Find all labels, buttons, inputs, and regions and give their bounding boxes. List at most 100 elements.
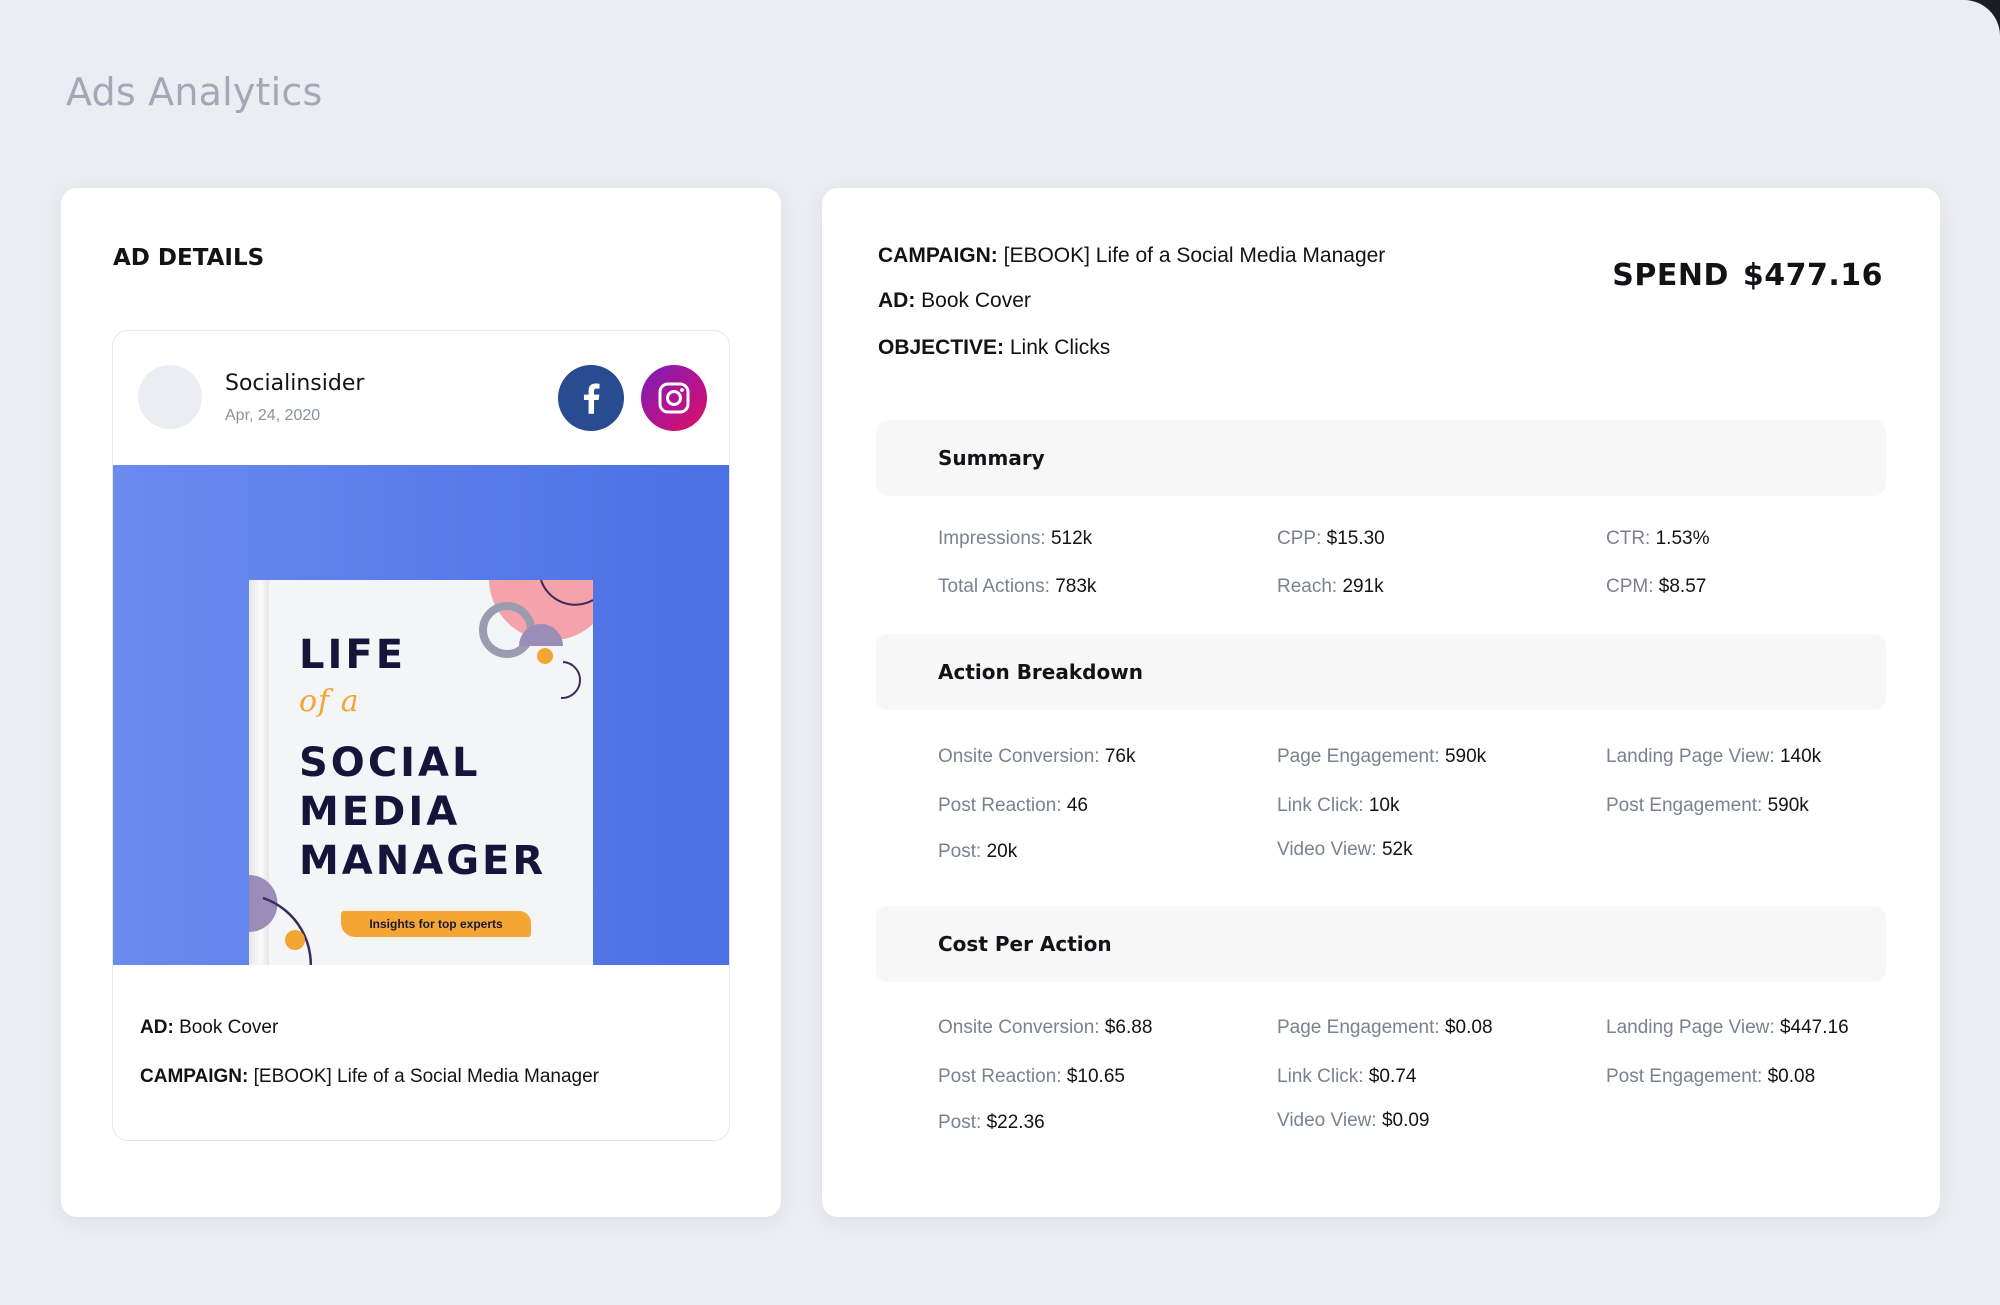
metric-cost-video-view: Video View: $0.09: [1277, 1110, 1429, 1132]
objective-row: OBJECTIVE: Link Clicks: [878, 336, 1110, 360]
metric-label: Post:: [938, 1112, 982, 1133]
metric-post-reaction: Post Reaction: 46: [938, 795, 1088, 817]
metric-impressions: Impressions: 512k: [938, 528, 1092, 550]
metric-post-engagement: Post Engagement: 590k: [1606, 795, 1809, 817]
campaign-value: [EBOOK] Life of a Social Media Manager: [1003, 244, 1386, 267]
book-title-line: MANAGER: [299, 838, 547, 884]
metric-cost-post: Post: $22.36: [938, 1112, 1045, 1134]
metric-value: 46: [1066, 795, 1088, 816]
book-title-line: SOCIAL: [299, 740, 481, 786]
metric-cost-onsite-conversion: Onsite Conversion: $6.88: [938, 1017, 1152, 1039]
metric-label: Video View:: [1277, 839, 1377, 860]
book-title-line: of a: [299, 684, 360, 719]
book-banner: Insights for top experts: [341, 911, 531, 937]
metric-value: $15.30: [1326, 528, 1385, 549]
metric-label: CPM:: [1606, 576, 1654, 597]
metric-cost-post-engagement: Post Engagement: $0.08: [1606, 1066, 1815, 1088]
ad-metrics-card: CAMPAIGN: [EBOOK] Life of a Social Media…: [822, 188, 1940, 1217]
ad-preview[interactable]: Socialinsider Apr, 24, 2020 LIFE of a SO…: [112, 330, 730, 1141]
metric-value: 1.53%: [1655, 528, 1710, 549]
metric-value: $447.16: [1779, 1017, 1849, 1038]
book-title-line: MEDIA: [299, 789, 461, 835]
metric-total-actions: Total Actions: 783k: [938, 576, 1096, 598]
metric-ctr: CTR: 1.53%: [1606, 528, 1709, 550]
ad-value: Book Cover: [179, 1017, 279, 1038]
metric-value: 140k: [1779, 746, 1822, 767]
action-breakdown-section-header: Action Breakdown: [876, 634, 1886, 710]
metric-label: Onsite Conversion:: [938, 1017, 1100, 1038]
metric-label: Total Actions:: [938, 576, 1050, 597]
metric-landing-page-view: Landing Page View: 140k: [1606, 746, 1821, 768]
metric-value: $0.08: [1444, 1017, 1493, 1038]
objective-label: OBJECTIVE:: [878, 336, 1005, 359]
metric-value: $0.08: [1767, 1066, 1816, 1087]
metric-value: $0.74: [1368, 1066, 1417, 1087]
metric-label: Onsite Conversion:: [938, 746, 1100, 767]
ad-creative-image[interactable]: LIFE of a SOCIAL MEDIA MANAGER Insights …: [113, 465, 729, 965]
metric-label: Page Engagement:: [1277, 1017, 1440, 1038]
campaign-label: CAMPAIGN:: [140, 1066, 249, 1087]
objective-value: Link Clicks: [1009, 336, 1111, 359]
app-frame: Ads Analytics AD DETAILS Socialinsider A…: [0, 0, 2000, 1305]
account-name: Socialinsider: [225, 371, 365, 396]
metric-link-click: Link Click: 10k: [1277, 795, 1400, 817]
metric-label: Reach:: [1277, 576, 1338, 597]
metric-label: Post Reaction:: [938, 1066, 1062, 1087]
post-date: Apr, 24, 2020: [225, 407, 321, 424]
metric-value: 10k: [1368, 795, 1400, 816]
metric-page-engagement: Page Engagement: 590k: [1277, 746, 1486, 768]
metric-value: $10.65: [1066, 1066, 1125, 1087]
metric-cpm: CPM: $8.57: [1606, 576, 1706, 598]
metric-label: Post Engagement:: [1606, 1066, 1763, 1087]
metric-value: $6.88: [1104, 1017, 1153, 1038]
metric-post: Post: 20k: [938, 841, 1017, 863]
metric-value: 590k: [1444, 746, 1487, 767]
ad-details-title: AD DETAILS: [113, 245, 265, 271]
instagram-icon[interactable]: [641, 365, 707, 431]
campaign-value: [EBOOK] Life of a Social Media Manager: [253, 1066, 599, 1087]
metric-label: Post:: [938, 841, 982, 862]
ad-preview-header: Socialinsider Apr, 24, 2020: [113, 331, 729, 465]
metric-cost-link-click: Link Click: $0.74: [1277, 1066, 1416, 1088]
cost-per-action-section-header: Cost Per Action: [876, 906, 1886, 982]
metric-label: Page Engagement:: [1277, 746, 1440, 767]
metric-label: Video View:: [1277, 1110, 1377, 1131]
summary-title: Summary: [938, 446, 1045, 470]
ad-label: AD:: [140, 1017, 174, 1038]
metric-label: Landing Page View:: [1606, 746, 1775, 767]
metric-value: $0.09: [1381, 1110, 1430, 1131]
spend-label: SPEND: [1612, 258, 1729, 293]
metric-value: $8.57: [1658, 576, 1707, 597]
summary-section-header: Summary: [876, 420, 1886, 496]
metric-value: 76k: [1104, 746, 1136, 767]
metric-label: Post Reaction:: [938, 795, 1062, 816]
metric-cpp: CPP: $15.30: [1277, 528, 1385, 550]
metric-label: Link Click:: [1277, 795, 1364, 816]
spend-value: $477.16: [1742, 258, 1883, 293]
metric-cost-page-engagement: Page Engagement: $0.08: [1277, 1017, 1493, 1039]
metric-value: 291k: [1342, 576, 1384, 597]
campaign-label: CAMPAIGN:: [878, 244, 998, 267]
metric-cost-post-reaction: Post Reaction: $10.65: [938, 1066, 1125, 1088]
metric-value: 512k: [1050, 528, 1093, 549]
metric-label: Link Click:: [1277, 1066, 1364, 1087]
spend-total: SPEND $477.16: [1612, 258, 1883, 293]
book-title-line: LIFE: [299, 632, 407, 678]
metric-onsite-conversion: Onsite Conversion: 76k: [938, 746, 1136, 768]
metric-value: 20k: [986, 841, 1018, 862]
campaign-name-row: CAMPAIGN: [EBOOK] Life of a Social Media…: [140, 1066, 599, 1088]
metric-value: 52k: [1381, 839, 1413, 860]
metric-reach: Reach: 291k: [1277, 576, 1384, 598]
action-breakdown-title: Action Breakdown: [938, 660, 1143, 684]
ad-row: AD: Book Cover: [878, 289, 1031, 313]
cost-per-action-title: Cost Per Action: [938, 932, 1112, 956]
facebook-icon[interactable]: [558, 365, 624, 431]
metric-label: CPP:: [1277, 528, 1322, 549]
metric-label: Post Engagement:: [1606, 795, 1763, 816]
avatar: [138, 365, 202, 429]
metric-video-view: Video View: 52k: [1277, 839, 1413, 861]
campaign-row: CAMPAIGN: [EBOOK] Life of a Social Media…: [878, 244, 1385, 268]
metric-label: Landing Page View:: [1606, 1017, 1775, 1038]
metric-label: CTR:: [1606, 528, 1651, 549]
ad-name-row: AD: Book Cover: [140, 1017, 278, 1039]
